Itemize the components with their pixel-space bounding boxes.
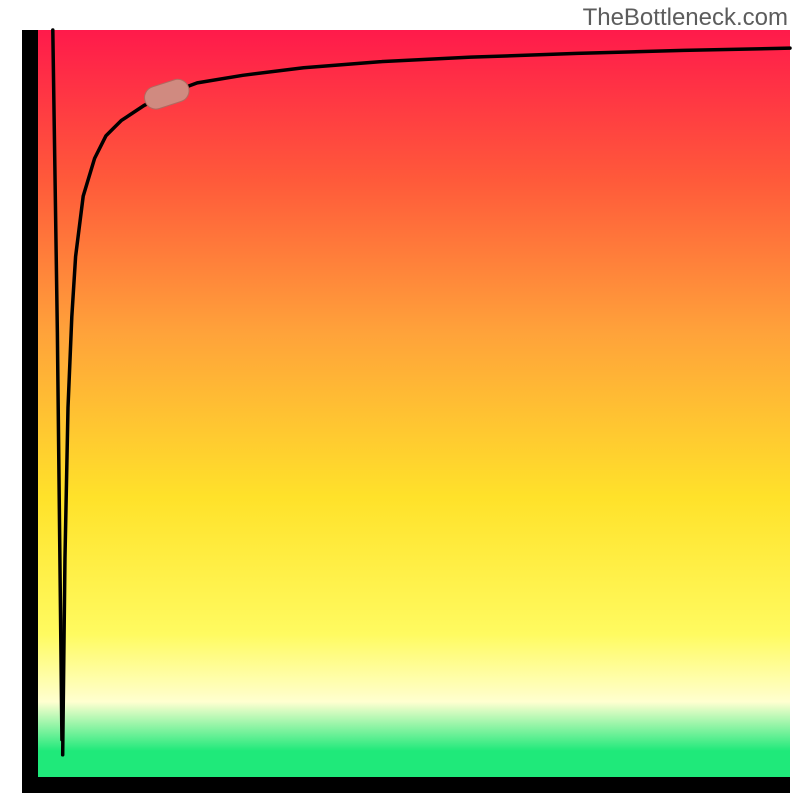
chart-svg	[0, 0, 800, 800]
plot-background	[30, 30, 790, 785]
attribution-text: TheBottleneck.com	[583, 4, 788, 32]
chart-container: TheBottleneck.com	[0, 0, 800, 800]
